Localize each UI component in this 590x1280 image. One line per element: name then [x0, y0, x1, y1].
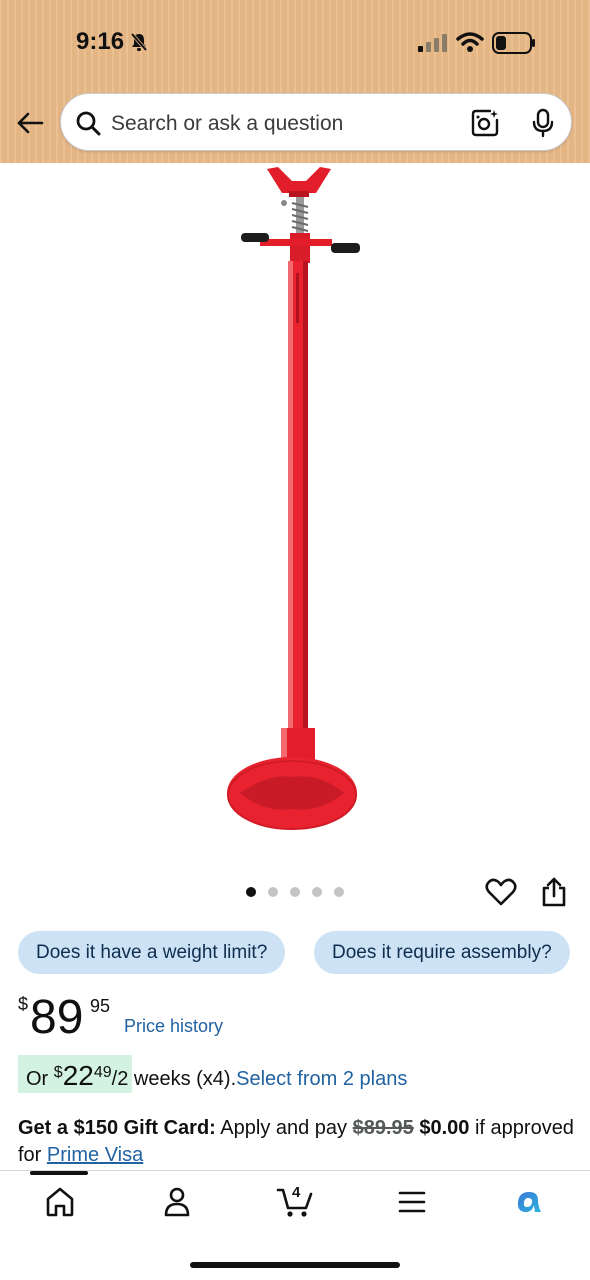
installment-whole: 22	[62, 1060, 94, 1091]
menu-icon[interactable]	[398, 1190, 426, 1214]
price-history-link[interactable]: Price history	[124, 1016, 223, 1037]
cart-count-badge: 4	[292, 1184, 301, 1201]
rufus-assistant-icon[interactable]	[514, 1188, 546, 1216]
gift-card-new-price: $0.00	[419, 1117, 470, 1139]
header: 9:16 Search or ask a question	[0, 0, 590, 163]
installment-line: Or $2249/2 weeks (x4).Select from 2 plan…	[26, 1060, 407, 1092]
heart-icon[interactable]	[485, 877, 517, 907]
microphone-icon[interactable]	[531, 108, 555, 138]
question-chip-assembly[interactable]: Does it require assembly?	[314, 931, 570, 974]
question-chip-weight-limit[interactable]: Does it have a weight limit?	[18, 931, 286, 974]
camera-lens-icon[interactable]	[470, 108, 500, 138]
share-icon[interactable]	[540, 876, 568, 908]
carousel-dot[interactable]	[290, 887, 300, 897]
price-symbol: $	[18, 994, 29, 1014]
home-icon[interactable]	[45, 1186, 75, 1218]
select-plans-link[interactable]: Select from 2 plans	[236, 1068, 407, 1090]
battery-icon	[492, 32, 535, 54]
active-tab-indicator	[30, 1171, 88, 1175]
carousel-dot[interactable]	[268, 887, 278, 897]
installment-prefix: Or	[26, 1068, 54, 1090]
product-image[interactable]	[0, 163, 590, 863]
back-arrow-icon[interactable]	[15, 108, 45, 138]
gift-card-text: Apply and pay	[215, 1117, 353, 1139]
bell-slash-icon	[130, 32, 148, 52]
gift-card-original-price: $89.95	[352, 1117, 414, 1139]
prime-visa-link[interactable]: Prime Visa	[47, 1144, 143, 1166]
status-time: 9:16	[76, 28, 125, 55]
home-indicator	[190, 1262, 400, 1268]
price-whole: 89	[30, 991, 84, 1044]
search-icon	[76, 111, 101, 136]
carousel-dot[interactable]	[246, 887, 256, 897]
account-icon[interactable]	[163, 1186, 191, 1218]
installment-period: /2 weeks (x4).	[111, 1068, 237, 1090]
installment-symbol: $	[53, 1064, 63, 1081]
carousel-dot[interactable]	[334, 887, 344, 897]
wifi-icon	[456, 32, 484, 52]
price-fraction: 95	[90, 996, 111, 1016]
carousel-dot[interactable]	[312, 887, 322, 897]
gift-card-headline: Get a $150 Gift Card:	[18, 1117, 216, 1139]
search-input[interactable]: Search or ask a question	[111, 112, 343, 136]
signal-icon	[418, 34, 447, 52]
carousel-dots[interactable]	[246, 887, 344, 897]
gift-card-offer: Get a $150 Gift Card: Apply and pay $89.…	[18, 1115, 578, 1169]
installment-fraction: 49	[93, 1064, 112, 1081]
search-bar[interactable]: Search or ask a question	[60, 93, 572, 151]
